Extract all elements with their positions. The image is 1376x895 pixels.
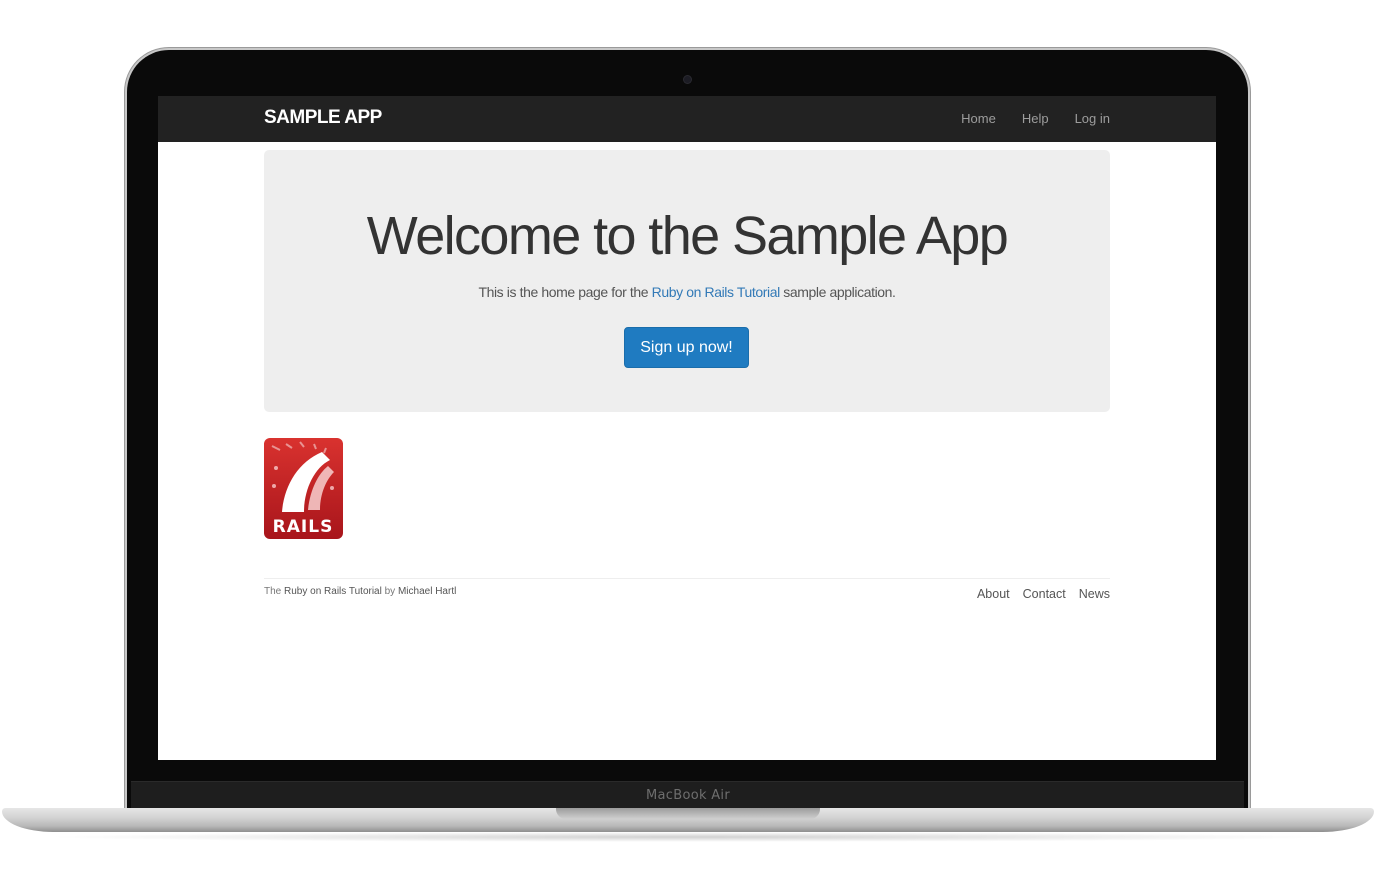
footer-news-link[interactable]: News: [1079, 587, 1110, 601]
hero-title: Welcome to the Sample App: [366, 206, 1009, 266]
rails-logo-text: RAILS: [273, 517, 334, 537]
app-logo-link[interactable]: SAMPLE APP: [264, 107, 382, 129]
nav-login-link[interactable]: Log in: [1075, 111, 1110, 126]
rails-tutorial-link[interactable]: Ruby on Rails Tutorial: [652, 284, 781, 300]
hero-subtitle: This is the home page for the Ruby on Ra…: [264, 284, 1110, 300]
hero-jumbotron: Welcome to the Sample App This is the ho…: [264, 150, 1110, 412]
footer-tutorial-link[interactable]: Ruby on Rails Tutorial: [284, 586, 382, 597]
nav-links: Home Help Log in: [961, 111, 1110, 126]
footer-author-link[interactable]: Michael Hartl: [398, 586, 456, 597]
rails-logo-icon: RAILS: [264, 438, 343, 539]
camera-icon: [684, 76, 691, 83]
hero-subtitle-before: This is the home page for the: [478, 284, 652, 300]
laptop-notch: [556, 808, 820, 819]
signup-button[interactable]: Sign up now!: [624, 327, 749, 368]
nav-help-link[interactable]: Help: [1022, 111, 1049, 126]
device-mockup: MacBook Air SAMPLE APP Home Help Log in …: [0, 0, 1376, 895]
laptop-shadow: [40, 832, 1336, 842]
browser-viewport: SAMPLE APP Home Help Log in Welcome to t…: [158, 96, 1216, 760]
footer: The Ruby on Rails Tutorial by Michael Ha…: [264, 578, 1110, 601]
hero-subtitle-after: sample application.: [779, 284, 896, 300]
footer-about-link[interactable]: About: [977, 587, 1010, 601]
footer-links: About Contact News: [977, 587, 1110, 601]
footer-by-text: by: [381, 586, 398, 597]
navbar: SAMPLE APP Home Help Log in: [158, 96, 1216, 142]
footer-prefix: The: [264, 586, 285, 597]
footer-contact-link[interactable]: Contact: [1023, 587, 1066, 601]
footer-credit: The Ruby on Rails Tutorial by Michael Ha…: [264, 586, 456, 597]
nav-home-link[interactable]: Home: [961, 111, 996, 126]
device-brand-label: MacBook Air: [646, 788, 730, 803]
